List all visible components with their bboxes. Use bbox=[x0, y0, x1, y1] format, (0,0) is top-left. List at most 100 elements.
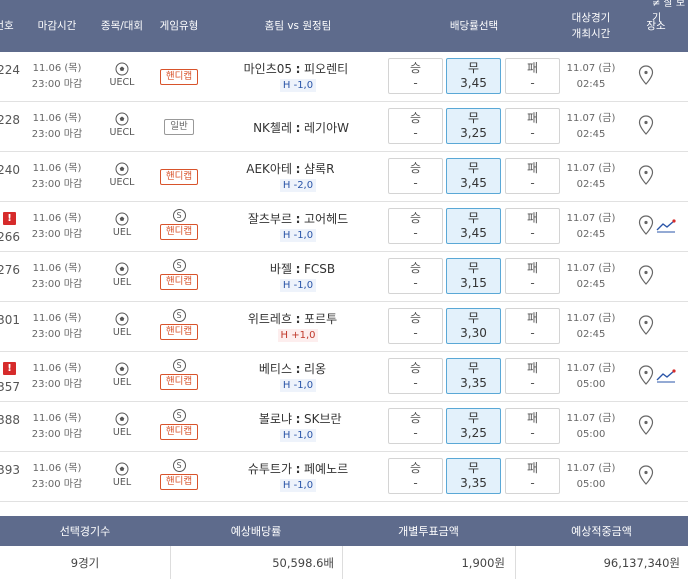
odds-draw-button[interactable]: 무 3,35 bbox=[446, 358, 501, 394]
col-num: 번호 bbox=[0, 20, 14, 32]
odds-lose-label: 패 bbox=[526, 211, 539, 225]
game-type: S 핸디캡 bbox=[154, 209, 204, 240]
odds-lose-button[interactable]: 패- bbox=[505, 258, 560, 294]
odds-win-button[interactable]: 승- bbox=[388, 258, 443, 294]
kickoff-hour: 02:45 bbox=[576, 229, 606, 240]
away-team: 리옹 bbox=[304, 362, 327, 376]
odds-lose-button[interactable]: 패- bbox=[505, 208, 560, 244]
odds-draw-button[interactable]: 무 3,30 bbox=[446, 308, 501, 344]
odds-lose-button[interactable]: 패- bbox=[505, 358, 560, 394]
location-pin-icon[interactable] bbox=[638, 215, 654, 239]
odds-draw-button[interactable]: 무 3,45 bbox=[446, 208, 501, 244]
deadline-date: 11.06 (목) bbox=[32, 113, 82, 124]
location-pin-icon[interactable] bbox=[638, 365, 654, 389]
odds-win-button[interactable]: 승- bbox=[388, 458, 443, 494]
odds-win-button[interactable]: 승- bbox=[388, 58, 443, 94]
kickoff-time: 11.07 (금) 05:00 bbox=[562, 461, 620, 493]
location-pin-icon[interactable] bbox=[638, 165, 654, 189]
odds-lose-button[interactable]: 패- bbox=[505, 108, 560, 144]
league-name: UECL bbox=[109, 127, 135, 138]
odds-lose-label: 패 bbox=[526, 461, 539, 475]
odds-draw-label: 무 bbox=[467, 211, 480, 225]
odds-draw-button[interactable]: 무 3,45 bbox=[446, 158, 501, 194]
odds-draw-button[interactable]: 무 3,15 bbox=[446, 258, 501, 294]
deadline: 11.06 (목) 23:00 마감 bbox=[28, 411, 86, 443]
soccer-ball-icon bbox=[100, 412, 144, 426]
location-pin-icon[interactable] bbox=[638, 265, 654, 289]
trend-chart-icon[interactable] bbox=[656, 368, 676, 387]
game-number: 266 bbox=[0, 230, 20, 244]
odds-win-button[interactable]: 승- bbox=[388, 108, 443, 144]
sport-league: UECL bbox=[100, 62, 144, 88]
odds-win-button[interactable]: 승- bbox=[388, 208, 443, 244]
odds-win-button[interactable]: 승- bbox=[388, 358, 443, 394]
odds-lose-button[interactable]: 패- bbox=[505, 408, 560, 444]
kickoff-hour: 02:45 bbox=[576, 329, 606, 340]
odds-lose-button[interactable]: 패- bbox=[505, 58, 560, 94]
kickoff-date: 11.07 (금) bbox=[566, 63, 616, 74]
home-team: NK첼레 bbox=[253, 121, 292, 135]
deadline: 11.06 (목) 23:00 마감 bbox=[28, 111, 86, 143]
odds-lose-value: - bbox=[530, 76, 535, 90]
game-type: 핸디캡 bbox=[154, 169, 204, 185]
odds-draw-label: 무 bbox=[467, 361, 480, 375]
trend-chart-icon[interactable] bbox=[656, 218, 676, 237]
location-pin-icon[interactable] bbox=[638, 465, 654, 489]
deadline-time: 23:00 마감 bbox=[31, 379, 83, 390]
deadline-date: 11.06 (목) bbox=[32, 463, 82, 474]
location-pin-icon[interactable] bbox=[638, 115, 654, 139]
odds-win-button[interactable]: 승- bbox=[388, 308, 443, 344]
summary-count: 9경기 bbox=[0, 546, 170, 579]
handicap-value: H -1,0 bbox=[279, 379, 317, 392]
league-name: UEL bbox=[112, 427, 132, 438]
summary-stake: 1,900원 bbox=[342, 546, 515, 579]
odds-win-value: - bbox=[413, 426, 418, 440]
deadline-time: 23:00 마감 bbox=[31, 129, 83, 140]
deadline: 11.06 (목) 23:00 마감 bbox=[28, 361, 86, 393]
odds-lose-button[interactable]: 패- bbox=[505, 158, 560, 194]
odds-win-button[interactable]: 승- bbox=[388, 158, 443, 194]
odds-win-label: 승 bbox=[409, 111, 422, 125]
game-type: S 핸디캡 bbox=[154, 459, 204, 490]
kickoff-date: 11.07 (금) bbox=[566, 163, 616, 174]
odds-lose-label: 패 bbox=[526, 61, 539, 75]
warning-icon: ! bbox=[3, 362, 16, 375]
deadline-date: 11.06 (목) bbox=[32, 363, 82, 374]
odds-lose-button[interactable]: 패- bbox=[505, 308, 560, 344]
kickoff-date: 11.07 (금) bbox=[566, 413, 616, 424]
odds-draw-button[interactable]: 무 3,25 bbox=[446, 108, 501, 144]
odds-draw-button[interactable]: 무 3,25 bbox=[446, 408, 501, 444]
odds-lose-button[interactable]: 패- bbox=[505, 458, 560, 494]
handicap-value: H -1,0 bbox=[279, 479, 317, 492]
location-pin-icon[interactable] bbox=[638, 65, 654, 89]
match-teams: NK첼레: 레기아W bbox=[214, 119, 382, 136]
odds-win-button[interactable]: 승- bbox=[388, 408, 443, 444]
odds-draw-label: 무 bbox=[467, 261, 480, 275]
warning-icon: ! bbox=[3, 212, 16, 225]
odds-draw-button[interactable]: 무 3,35 bbox=[446, 458, 501, 494]
game-type: 일반 bbox=[154, 119, 204, 135]
kickoff-time: 11.07 (금) 02:45 bbox=[562, 161, 620, 193]
deadline-time: 23:00 마감 bbox=[31, 279, 83, 290]
odds-lose-label: 패 bbox=[526, 261, 539, 275]
table-row: 228 11.06 (목) 23:00 마감 UECL 일반 NK첼레: 레기아W 승 - 무 3,… bbox=[0, 102, 688, 152]
odds-win-label: 승 bbox=[409, 361, 422, 375]
odds-lose-value: - bbox=[530, 476, 535, 490]
match-teams: 슈투트가: 페예노르 H -1,0 bbox=[214, 460, 382, 492]
summary-payout: 96,137,340원 bbox=[515, 546, 688, 579]
top-note: ≠ 잘 보기 bbox=[652, 0, 686, 24]
location-pin-icon[interactable] bbox=[638, 315, 654, 339]
vs-separator: : bbox=[295, 62, 301, 76]
match-teams: 베티스: 리옹 H -1,0 bbox=[214, 360, 382, 392]
location-pin-icon[interactable] bbox=[638, 415, 654, 439]
vs-separator: : bbox=[295, 212, 301, 226]
deadline: 11.06 (목) 23:00 마감 bbox=[28, 211, 86, 243]
odds-draw-button[interactable]: 무 3,45 bbox=[446, 58, 501, 94]
odds-draw-label: 무 bbox=[467, 61, 480, 75]
odds-win-value: - bbox=[413, 226, 418, 240]
summary-odds: 50,598.6배 bbox=[170, 546, 342, 579]
kickoff-hour: 02:45 bbox=[576, 129, 606, 140]
game-type: 핸디캡 bbox=[154, 69, 204, 85]
deadline-time: 23:00 마감 bbox=[31, 479, 83, 490]
game-number: 224 bbox=[0, 63, 20, 77]
